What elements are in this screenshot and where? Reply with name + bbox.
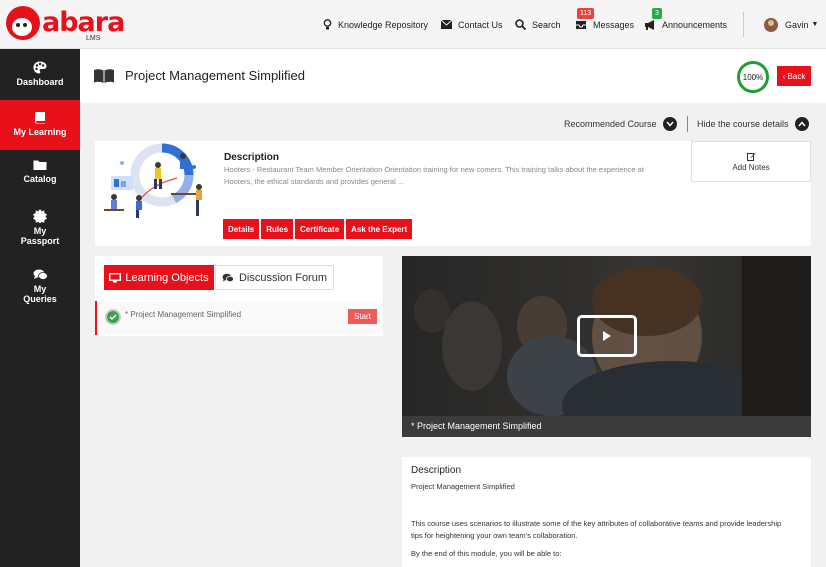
top-header: abara LMS Knowledge Repository Contact U… (0, 0, 826, 49)
check-circle-icon (105, 309, 121, 325)
hide-course-details-toggle[interactable]: Hide the course details (697, 117, 809, 131)
nav-messages-label: Messages (593, 19, 635, 30)
list-item[interactable]: * Project Management Simplified Start (95, 301, 383, 335)
tab-learning-objects-label: Learning Objects (125, 271, 209, 284)
details-button[interactable]: Details (223, 219, 260, 239)
nav-search[interactable]: Search (515, 0, 561, 49)
abara-logo[interactable]: abara LMS (6, 4, 125, 46)
sidebar-item-catalog[interactable]: Catalog (0, 159, 80, 199)
palette-icon (33, 61, 47, 74)
start-button[interactable]: Start (348, 309, 377, 324)
learning-object-name: * Project Management Simplified (125, 310, 242, 319)
video-player[interactable]: * Project Management Simplified (402, 256, 811, 437)
certificate-button[interactable]: Certificate (295, 219, 345, 239)
chevron-up-icon[interactable] (794, 117, 809, 131)
sidebar-label-my-learning: My Learning (13, 127, 67, 137)
user-menu[interactable]: Gavin ▼ (764, 0, 818, 49)
details-subtitle: Project Management Simplified (411, 482, 515, 491)
lightbulb-icon (323, 18, 332, 29)
sidebar-item-my-learning[interactable]: My Learning (0, 100, 80, 150)
tab-learning-objects[interactable]: Learning Objects (104, 265, 214, 290)
book-icon (35, 112, 45, 124)
open-book-icon (94, 69, 114, 83)
sidebar: Dashboard My Learning Catalog My Passpor… (0, 49, 80, 567)
messages-count-badge: 113 (577, 8, 595, 19)
edit-icon (746, 153, 755, 161)
add-notes-label: Add Notes (732, 163, 770, 172)
nav-contact-label: Contact Us (458, 19, 503, 30)
back-label: Back (787, 71, 806, 81)
ask-the-expert-button[interactable]: Ask the Expert (346, 219, 413, 239)
course-description-panel: Description Project Management Simplifie… (402, 457, 811, 567)
user-name: Gavin (785, 19, 809, 30)
nav-announcements-label: Announcements (662, 19, 728, 30)
envelope-icon (441, 20, 452, 29)
folder-icon (33, 160, 47, 170)
megaphone-icon (645, 19, 654, 30)
header-divider (743, 12, 744, 37)
course-details-card: Description Hooters - Restaurant Team Me… (95, 141, 811, 246)
sidebar-label-catalog: Catalog (23, 174, 57, 184)
sidebar-label-my-queries: My Queries (23, 284, 57, 304)
comments-icon (222, 273, 234, 282)
course-thumbnail (99, 143, 213, 221)
details-heading: Description (411, 465, 462, 476)
sidebar-item-dashboard[interactable]: Dashboard (0, 61, 80, 101)
logo-subtitle: LMS (86, 35, 101, 42)
badge-icon (33, 209, 47, 223)
page-title: Project Management Simplified (125, 68, 305, 83)
video-caption: * Project Management Simplified (402, 416, 811, 437)
chevron-down-icon[interactable] (662, 117, 677, 131)
tab-discussion-forum[interactable]: Discussion Forum (215, 265, 334, 290)
sidebar-item-my-queries[interactable]: My Queries (0, 269, 80, 315)
description-text: Hooters - Restaurant Team Member Orienta… (224, 165, 644, 186)
caret-down-icon: ▼ (811, 21, 819, 28)
avatar (764, 17, 778, 32)
nav-knowledge-label: Knowledge Repository (338, 19, 429, 30)
sidebar-label-dashboard: Dashboard (16, 77, 64, 87)
divider (687, 116, 688, 132)
course-action-buttons: Details Rules Certificate Ask the Expert (223, 219, 414, 239)
back-button[interactable]: ‹ Back (777, 66, 811, 86)
logo-text: abara (42, 7, 125, 38)
recommended-course-toggle[interactable]: Recommended Course (564, 117, 677, 131)
recommended-label: Recommended Course (564, 119, 657, 129)
inbox-icon (576, 20, 586, 29)
logo-mascot-icon (6, 6, 40, 40)
learning-objects-panel: Learning Objects Discussion Forum * Proj… (95, 256, 383, 336)
hide-details-label: Hide the course details (697, 119, 789, 129)
details-paragraph-2: By the end of this module, you will be a… (411, 549, 562, 558)
rules-button[interactable]: Rules (261, 219, 294, 239)
play-icon[interactable] (577, 315, 637, 357)
tab-discussion-forum-label: Discussion Forum (238, 271, 328, 284)
nav-contact-us[interactable]: Contact Us (441, 0, 503, 49)
progress-ring: 100% (737, 61, 769, 93)
add-notes-button[interactable]: Add Notes (691, 141, 811, 182)
sidebar-item-my-passport[interactable]: My Passport (0, 209, 80, 255)
nav-knowledge-repository[interactable]: Knowledge Repository (323, 0, 428, 49)
sidebar-label-my-passport: My Passport (20, 226, 60, 246)
course-title-bar: Project Management Simplified 100% ‹ Bac… (80, 49, 826, 103)
progress-value: 100% (742, 72, 764, 82)
monitor-icon (109, 272, 122, 282)
nav-search-label: Search (532, 19, 561, 30)
description-heading: Description (224, 152, 280, 163)
details-paragraph: This course uses scenarios to illustrate… (411, 519, 782, 540)
search-icon (515, 19, 526, 30)
announcements-count-badge: 3 (652, 8, 662, 19)
chat-icon (33, 269, 48, 280)
